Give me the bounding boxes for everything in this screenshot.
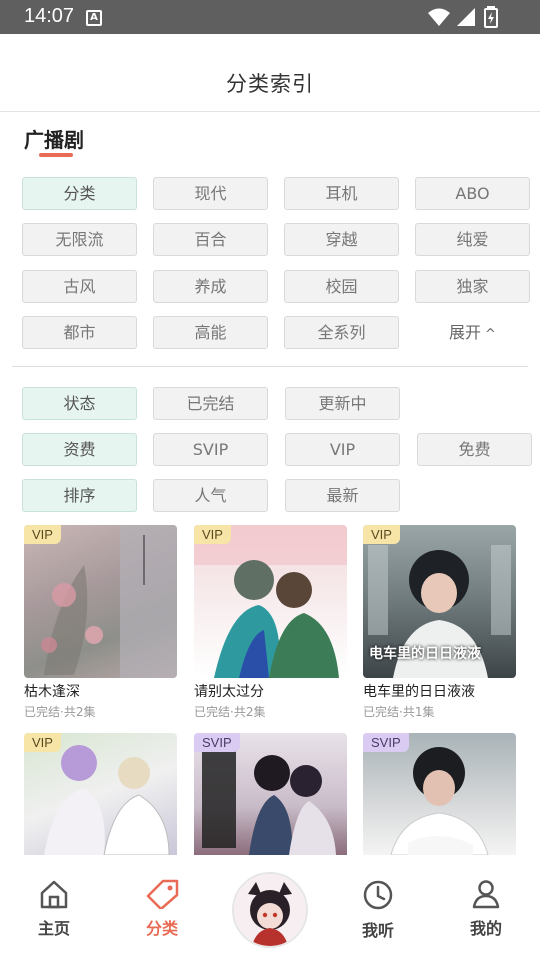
svip-badge: SVIP (194, 733, 240, 752)
filter-chip-earphone[interactable]: 耳机 (284, 177, 399, 210)
filter-chip-popular[interactable]: 人气 (153, 479, 268, 512)
status-bar: 14:07 A (0, 0, 540, 34)
filter-chip-pure-love[interactable]: 纯爱 (415, 223, 530, 256)
battery-charging-icon (484, 6, 498, 28)
page-header: 分类索引 (0, 34, 540, 112)
filter-chip-latest[interactable]: 最新 (285, 479, 400, 512)
user-icon (472, 880, 500, 909)
drama-card[interactable]: VIP (24, 733, 177, 855)
drama-cover: SVIP (363, 733, 516, 855)
filter-chip-vip[interactable]: VIP (285, 433, 400, 466)
filter-chip-abo[interactable]: ABO (415, 177, 530, 210)
filter-chip-campus[interactable]: 校园 (284, 270, 399, 303)
filter-chip-free[interactable]: 免费 (417, 433, 532, 466)
filter-chip-exclusive[interactable]: 独家 (415, 270, 530, 303)
vip-badge: VIP (24, 525, 61, 544)
card-title: 枯木逢深 (24, 684, 80, 700)
card-title: 电车里的日日液液 (363, 684, 475, 700)
drama-cover: VIP (24, 733, 177, 855)
vip-badge: VIP (363, 525, 400, 544)
filter-chip-completed[interactable]: 已完结 (153, 387, 268, 420)
filter-chip-raising[interactable]: 养成 (153, 270, 268, 303)
cellular-signal-icon (457, 8, 475, 26)
filter-label-category: 分类 (22, 177, 137, 210)
nav-mine[interactable]: 我的 (456, 879, 516, 939)
accessibility-a-icon: A (86, 10, 102, 26)
filter-chip-urban[interactable]: 都市 (22, 316, 137, 349)
nav-category[interactable]: 分类 (132, 879, 192, 939)
center-avatar-button[interactable] (232, 872, 308, 948)
filter-chip-updating[interactable]: 更新中 (285, 387, 400, 420)
cover-art (194, 525, 347, 678)
filter-chip-modern[interactable]: 现代 (153, 177, 268, 210)
filter-chip-svip[interactable]: SVIP (153, 433, 268, 466)
section-title: 广播剧 (24, 128, 84, 152)
tag-icon (146, 879, 179, 911)
drama-cover: VIP (24, 525, 177, 678)
svip-badge: SVIP (363, 733, 409, 752)
nav-home[interactable]: 主页 (24, 879, 84, 939)
nav-category-label: 分类 (145, 919, 178, 938)
drama-cover: SVIP (194, 733, 347, 855)
drama-card[interactable]: VIP 电车里的日日液液 电车里的日日液液 已完结·共1集 (363, 525, 516, 720)
status-time: 14:07 (24, 5, 75, 27)
drama-cover: VIP 电车里的日日液液 (363, 525, 516, 678)
drama-card[interactable]: SVIP (363, 733, 516, 855)
drama-card[interactable]: SVIP (194, 733, 347, 855)
expand-button[interactable]: 展开 ^ (415, 316, 530, 349)
cover-title-text: 电车里的日日液液 (369, 646, 481, 662)
cover-art (41, 525, 177, 678)
filter-label-fee: 资费 (22, 433, 137, 466)
drama-card[interactable]: VIP 请别太过分 已完结·共2集 (194, 525, 347, 720)
filter-label-status: 状态 (22, 387, 137, 420)
home-icon (40, 880, 68, 909)
page-title: 分类索引 (226, 72, 314, 96)
card-meta: 已完结·共1集 (363, 705, 435, 719)
card-meta: 已完结·共2集 (24, 705, 96, 719)
vip-badge: VIP (194, 525, 231, 544)
drama-card[interactable]: VIP 枯木逢深 已完结·共2集 (24, 525, 177, 720)
chevron-up-icon: ^ (485, 327, 496, 342)
filter-chip-ancient[interactable]: 古风 (22, 270, 137, 303)
filter-chip-infinite[interactable]: 无限流 (22, 223, 137, 256)
nav-listen-label: 我听 (361, 921, 394, 940)
nav-listen[interactable]: 我听 (348, 879, 408, 941)
nav-home-label: 主页 (37, 919, 70, 938)
expand-label: 展开 (449, 323, 482, 342)
card-meta: 已完结·共2集 (194, 705, 266, 719)
clock-history-icon (363, 880, 393, 910)
filter-chip-thriller[interactable]: 高能 (153, 316, 268, 349)
nav-mine-label: 我的 (469, 919, 502, 938)
drama-cover: VIP (194, 525, 347, 678)
section-underline (39, 153, 73, 157)
card-title: 请别太过分 (194, 684, 264, 700)
filter-chip-yuri[interactable]: 百合 (153, 223, 268, 256)
filter-divider (12, 366, 528, 367)
avatar-image (234, 874, 306, 946)
filter-chip-full-series[interactable]: 全系列 (284, 316, 399, 349)
filter-label-sort: 排序 (22, 479, 137, 512)
filter-chip-time-travel[interactable]: 穿越 (284, 223, 399, 256)
bottom-navigation: 主页 分类 我听 我的 (0, 855, 540, 960)
vip-badge: VIP (24, 733, 61, 752)
wifi-icon (428, 8, 450, 26)
